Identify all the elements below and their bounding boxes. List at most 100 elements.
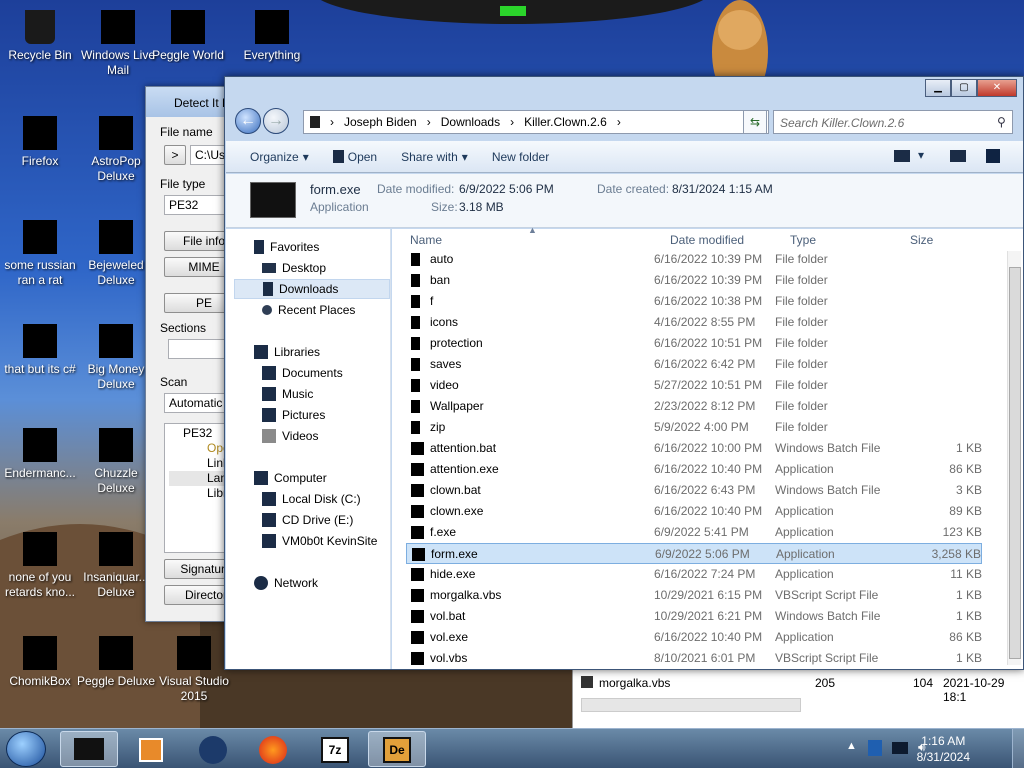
desktop-icon-astropop[interactable]: AstroPop Deluxe [76, 110, 156, 184]
column-header-size[interactable]: Size [910, 229, 933, 251]
desktop-icon-firefox[interactable]: Firefox [0, 110, 80, 169]
nav-documents[interactable]: Documents [262, 363, 343, 383]
maximize-button[interactable]: ▢ [951, 79, 977, 97]
explorer-window[interactable]: ▁ ▢ ✕ ← → › Joseph Biden › Downloads › K… [224, 76, 1024, 670]
file-row[interactable]: zip 5/9/2022 4:00 PM File folder [406, 417, 982, 438]
desktop-icon-peggle-wow[interactable]: Peggle World of Warcraft [148, 4, 228, 63]
file-row[interactable]: saves 6/16/2022 6:42 PM File folder [406, 354, 982, 375]
address-bar[interactable]: › Joseph Biden › Downloads › Killer.Clow… [303, 110, 769, 134]
nav-local-disk[interactable]: Local Disk (C:) [262, 489, 361, 509]
forward-button[interactable]: → [263, 108, 289, 134]
nav-label: Music [282, 387, 314, 401]
back-button[interactable]: ← [235, 108, 261, 134]
organize-button[interactable]: Organize ▾ [250, 150, 309, 164]
nav-computer[interactable]: Computer [254, 468, 327, 488]
file-icon [411, 589, 424, 602]
desktop-icon-big-money[interactable]: Big Money Deluxe [76, 318, 156, 392]
background-list-window[interactable]: morgalka.vbs 205 104 2021-10-29 18:1 [572, 670, 1024, 728]
desktop-icon-recycle-bin[interactable]: Recycle Bin [0, 4, 80, 63]
desktop-icon-bejeweled[interactable]: Bejeweled Deluxe [76, 214, 156, 288]
taskbar-firefox[interactable] [244, 731, 302, 767]
desktop-icon-visual-studio[interactable]: Visual Studio 2015 [154, 630, 234, 704]
file-row[interactable]: video 5/27/2022 10:51 PM File folder [406, 375, 982, 396]
start-button[interactable] [6, 731, 46, 767]
nav-vm-share[interactable]: VM0b0t KevinSite [262, 531, 377, 551]
nav-recent-places[interactable]: Recent Places [262, 300, 355, 320]
vertical-scrollbar[interactable] [1007, 251, 1021, 665]
desktop-icon-none-of-you[interactable]: none of you retards kno... [0, 526, 80, 600]
minimize-button[interactable]: ▁ [925, 79, 951, 97]
preview-pane-icon[interactable] [950, 150, 966, 162]
file-row[interactable]: clown.bat 6/16/2022 6:43 PM Windows Batch … [406, 480, 982, 501]
desktop-icon-peggle-deluxe[interactable]: Peggle Deluxe [76, 630, 156, 689]
file-date: 6/16/2022 10:40 PM [654, 630, 763, 644]
view-icon[interactable] [894, 150, 910, 162]
horizontal-scrollbar[interactable] [581, 698, 801, 712]
file-row[interactable]: hide.exe 6/16/2022 7:24 PM Application 11 K… [406, 564, 982, 585]
desktop-icon-everything[interactable]: Everything [232, 4, 312, 63]
taskbar-ie[interactable] [184, 731, 242, 767]
file-row[interactable]: protection 6/16/2022 10:51 PM File folder [406, 333, 982, 354]
file-row[interactable]: Wallpaper 2/23/2022 8:12 PM File folder [406, 396, 982, 417]
file-row[interactable]: ban 6/16/2022 10:39 PM File folder [406, 270, 982, 291]
nav-libraries[interactable]: Libraries [254, 342, 320, 362]
file-row[interactable]: icons 4/16/2022 8:55 PM File folder [406, 312, 982, 333]
file-row[interactable]: f 6/16/2022 10:38 PM File folder [406, 291, 982, 312]
search-input[interactable]: Search Killer.Clown.2.6 [773, 110, 1013, 134]
desktop-icon-that-but-csharp[interactable]: that but its c# [0, 318, 80, 377]
file-row[interactable]: vol.exe 6/16/2022 10:40 PM Application 86 K… [406, 627, 982, 648]
search-icon[interactable]: ⚲ [997, 115, 1006, 129]
tray-expand-icon[interactable]: ▲ [846, 740, 857, 752]
file-row[interactable]: attention.exe 6/16/2022 10:40 PM Applicati… [406, 459, 982, 480]
scrollbar-thumb[interactable] [1009, 267, 1021, 659]
taskbar-clock[interactable]: 1:16 AM 8/31/2024 [917, 733, 970, 765]
file-row[interactable]: auto 6/16/2022 10:39 PM File folder [406, 249, 982, 270]
nav-cd-drive[interactable]: CD Drive (E:) [262, 510, 353, 530]
desktop-icon-russian-rat[interactable]: some russian ran a rat [0, 214, 80, 288]
nav-pictures[interactable]: Pictures [262, 405, 325, 425]
tray-network-icon[interactable] [892, 742, 908, 754]
open-button[interactable]: Open [332, 150, 377, 164]
desktop-icon-chuzzle[interactable]: Chuzzle Deluxe [76, 422, 156, 496]
file-row[interactable]: f.exe 6/9/2022 5:41 PM Application 123 KB [406, 522, 982, 543]
close-button[interactable]: ✕ [977, 79, 1017, 97]
folder-icon [411, 274, 420, 287]
column-header-date[interactable]: Date modified [670, 229, 744, 251]
taskbar-detect-it-easy[interactable]: De [368, 731, 426, 767]
chevron-down-icon[interactable]: ▾ [918, 148, 924, 162]
browse-button[interactable]: > [164, 145, 186, 165]
desktop-icon-windows-live-mail[interactable]: Windows Live Mail [78, 4, 158, 78]
file-row[interactable]: morgalka.vbs 10/29/2021 6:15 PM VBScript S… [406, 585, 982, 606]
nav-desktop[interactable]: Desktop [262, 258, 326, 278]
help-icon[interactable] [986, 149, 1000, 163]
refresh-icon[interactable]: ⇆ [743, 110, 767, 134]
file-row[interactable]: attention.bat 6/16/2022 10:00 PM Windows B… [406, 438, 982, 459]
file-row[interactable]: form.exe 6/9/2022 5:06 PM Application 3,258… [406, 543, 982, 564]
file-row[interactable]: clown.exe 6/16/2022 10:40 PM Application 89… [406, 501, 982, 522]
breadcrumb-item[interactable]: Killer.Clown.2.6 [524, 115, 607, 129]
nav-music[interactable]: Music [262, 384, 313, 404]
new-folder-button[interactable]: New folder [492, 150, 549, 164]
breadcrumb-item[interactable]: Downloads [441, 115, 500, 129]
nav-favorites[interactable]: Favorites [254, 237, 319, 257]
list-file-name[interactable]: morgalka.vbs [599, 676, 670, 690]
taskbar-media-player[interactable] [122, 731, 180, 767]
nav-videos[interactable]: Videos [262, 426, 318, 446]
file-list[interactable]: Name ▲ Date modified Type Size auto 6/16/… [392, 225, 1023, 669]
file-type: File folder [775, 336, 828, 350]
breadcrumb-item[interactable]: Joseph Biden [344, 115, 417, 129]
share-with-button[interactable]: Share with ▾ [401, 150, 468, 164]
taskbar-7zip[interactable]: 7z [306, 731, 364, 767]
desktop-icon-chomikbox[interactable]: ChomikBox [0, 630, 80, 689]
tray-shield-icon[interactable] [868, 740, 882, 756]
nav-downloads[interactable]: Downloads [234, 279, 390, 299]
file-row[interactable]: vol.vbs 8/10/2021 6:01 PM VBScript Script … [406, 648, 982, 669]
column-header-type[interactable]: Type [790, 229, 816, 251]
show-desktop-button[interactable] [1012, 729, 1024, 768]
desktop-icon-insaniquarium[interactable]: Insaniquar... Deluxe [76, 526, 156, 600]
nav-network[interactable]: Network [254, 573, 318, 593]
column-header-name[interactable]: Name [410, 229, 442, 251]
desktop-icon-endermanc[interactable]: Endermanc... [0, 422, 80, 481]
taskbar-explorer[interactable] [60, 731, 118, 767]
file-row[interactable]: vol.bat 10/29/2021 6:21 PM Windows Batch F… [406, 606, 982, 627]
